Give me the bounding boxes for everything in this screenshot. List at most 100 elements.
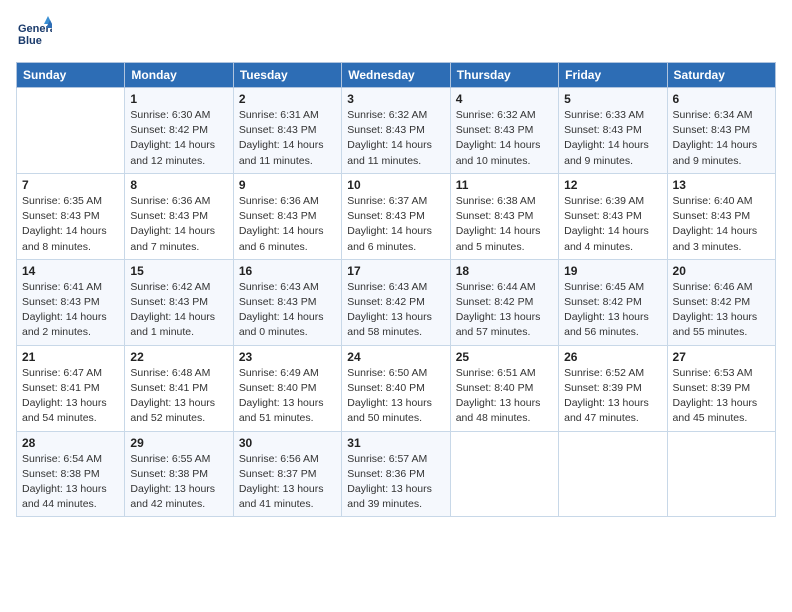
day-number: 25 [456, 350, 553, 364]
week-row-2: 7 Sunrise: 6:35 AM Sunset: 8:43 PM Daylig… [17, 173, 776, 259]
day-number: 24 [347, 350, 444, 364]
day-cell: 6 Sunrise: 6:34 AM Sunset: 8:43 PM Daylig… [667, 88, 775, 174]
week-row-5: 28 Sunrise: 6:54 AM Sunset: 8:38 PM Dayli… [17, 431, 776, 517]
day-info: Sunrise: 6:30 AM Sunset: 8:42 PM Dayligh… [130, 108, 227, 169]
day-info: Sunrise: 6:54 AM Sunset: 8:38 PM Dayligh… [22, 452, 119, 513]
day-cell: 29 Sunrise: 6:55 AM Sunset: 8:38 PM Dayli… [125, 431, 233, 517]
day-number: 3 [347, 92, 444, 106]
day-cell: 20 Sunrise: 6:46 AM Sunset: 8:42 PM Dayli… [667, 259, 775, 345]
header-sunday: Sunday [17, 63, 125, 88]
day-number: 8 [130, 178, 227, 192]
day-number: 5 [564, 92, 661, 106]
day-info: Sunrise: 6:43 AM Sunset: 8:42 PM Dayligh… [347, 280, 444, 341]
day-number: 16 [239, 264, 336, 278]
header-thursday: Thursday [450, 63, 558, 88]
day-info: Sunrise: 6:55 AM Sunset: 8:38 PM Dayligh… [130, 452, 227, 513]
day-info: Sunrise: 6:39 AM Sunset: 8:43 PM Dayligh… [564, 194, 661, 255]
day-cell: 17 Sunrise: 6:43 AM Sunset: 8:42 PM Dayli… [342, 259, 450, 345]
day-number: 1 [130, 92, 227, 106]
day-info: Sunrise: 6:35 AM Sunset: 8:43 PM Dayligh… [22, 194, 119, 255]
day-cell: 22 Sunrise: 6:48 AM Sunset: 8:41 PM Dayli… [125, 345, 233, 431]
day-info: Sunrise: 6:52 AM Sunset: 8:39 PM Dayligh… [564, 366, 661, 427]
header-wednesday: Wednesday [342, 63, 450, 88]
day-cell: 24 Sunrise: 6:50 AM Sunset: 8:40 PM Dayli… [342, 345, 450, 431]
day-number: 19 [564, 264, 661, 278]
svg-text:Blue: Blue [18, 35, 42, 47]
day-info: Sunrise: 6:49 AM Sunset: 8:40 PM Dayligh… [239, 366, 336, 427]
day-number: 23 [239, 350, 336, 364]
day-cell: 27 Sunrise: 6:53 AM Sunset: 8:39 PM Dayli… [667, 345, 775, 431]
day-number: 2 [239, 92, 336, 106]
day-number: 7 [22, 178, 119, 192]
day-info: Sunrise: 6:47 AM Sunset: 8:41 PM Dayligh… [22, 366, 119, 427]
day-cell: 15Sunrise: 6:42 AM Sunset: 8:43 PM Dayli… [125, 259, 233, 345]
day-cell: 16Sunrise: 6:43 AM Sunset: 8:43 PM Dayli… [233, 259, 341, 345]
day-cell [450, 431, 558, 517]
day-info: Sunrise: 6:33 AM Sunset: 8:43 PM Dayligh… [564, 108, 661, 169]
day-info: Sunrise: 6:37 AM Sunset: 8:43 PM Dayligh… [347, 194, 444, 255]
header-saturday: Saturday [667, 63, 775, 88]
day-info: Sunrise: 6:32 AM Sunset: 8:43 PM Dayligh… [456, 108, 553, 169]
day-cell: 25 Sunrise: 6:51 AM Sunset: 8:40 PM Dayli… [450, 345, 558, 431]
day-cell: 23 Sunrise: 6:49 AM Sunset: 8:40 PM Dayli… [233, 345, 341, 431]
day-cell: 30 Sunrise: 6:56 AM Sunset: 8:37 PM Dayli… [233, 431, 341, 517]
day-info: Sunrise: 6:50 AM Sunset: 8:40 PM Dayligh… [347, 366, 444, 427]
day-info: Sunrise: 6:36 AM Sunset: 8:43 PM Dayligh… [239, 194, 336, 255]
day-number: 10 [347, 178, 444, 192]
day-cell: 5 Sunrise: 6:33 AM Sunset: 8:43 PM Daylig… [559, 88, 667, 174]
day-cell: 19 Sunrise: 6:45 AM Sunset: 8:42 PM Dayli… [559, 259, 667, 345]
day-info: Sunrise: 6:51 AM Sunset: 8:40 PM Dayligh… [456, 366, 553, 427]
day-cell [559, 431, 667, 517]
day-cell: 28 Sunrise: 6:54 AM Sunset: 8:38 PM Dayli… [17, 431, 125, 517]
day-number: 6 [673, 92, 770, 106]
day-number: 13 [673, 178, 770, 192]
day-info: Sunrise: 6:41 AM Sunset: 8:43 PM Dayligh… [22, 280, 119, 341]
day-number: 30 [239, 436, 336, 450]
day-number: 12 [564, 178, 661, 192]
day-number: 29 [130, 436, 227, 450]
day-number: 18 [456, 264, 553, 278]
day-cell: 26 Sunrise: 6:52 AM Sunset: 8:39 PM Dayli… [559, 345, 667, 431]
svg-text:General: General [18, 23, 52, 35]
day-cell: 31 Sunrise: 6:57 AM Sunset: 8:36 PM Dayli… [342, 431, 450, 517]
day-cell: 2Sunrise: 6:31 AM Sunset: 8:43 PM Daylig… [233, 88, 341, 174]
day-number: 27 [673, 350, 770, 364]
day-cell: 21 Sunrise: 6:47 AM Sunset: 8:41 PM Dayli… [17, 345, 125, 431]
day-info: Sunrise: 6:46 AM Sunset: 8:42 PM Dayligh… [673, 280, 770, 341]
day-cell: 12 Sunrise: 6:39 AM Sunset: 8:43 PM Dayli… [559, 173, 667, 259]
day-info: Sunrise: 6:48 AM Sunset: 8:41 PM Dayligh… [130, 366, 227, 427]
day-info: Sunrise: 6:40 AM Sunset: 8:43 PM Dayligh… [673, 194, 770, 255]
logo: General Blue [16, 16, 56, 52]
logo-icon: General Blue [16, 16, 52, 52]
day-cell: 7 Sunrise: 6:35 AM Sunset: 8:43 PM Daylig… [17, 173, 125, 259]
day-number: 31 [347, 436, 444, 450]
day-info: Sunrise: 6:38 AM Sunset: 8:43 PM Dayligh… [456, 194, 553, 255]
day-number: 28 [22, 436, 119, 450]
day-cell: 4Sunrise: 6:32 AM Sunset: 8:43 PM Daylig… [450, 88, 558, 174]
day-number: 20 [673, 264, 770, 278]
day-info: Sunrise: 6:57 AM Sunset: 8:36 PM Dayligh… [347, 452, 444, 513]
day-cell [667, 431, 775, 517]
day-number: 9 [239, 178, 336, 192]
day-cell: 9 Sunrise: 6:36 AM Sunset: 8:43 PM Daylig… [233, 173, 341, 259]
day-cell: 8 Sunrise: 6:36 AM Sunset: 8:43 PM Daylig… [125, 173, 233, 259]
day-info: Sunrise: 6:36 AM Sunset: 8:43 PM Dayligh… [130, 194, 227, 255]
day-cell: 11Sunrise: 6:38 AM Sunset: 8:43 PM Dayli… [450, 173, 558, 259]
day-cell: 1 Sunrise: 6:30 AM Sunset: 8:42 PM Daylig… [125, 88, 233, 174]
day-number: 22 [130, 350, 227, 364]
calendar-table: SundayMondayTuesdayWednesdayThursdayFrid… [16, 62, 776, 517]
day-cell [17, 88, 125, 174]
day-number: 15 [130, 264, 227, 278]
day-info: Sunrise: 6:34 AM Sunset: 8:43 PM Dayligh… [673, 108, 770, 169]
day-number: 21 [22, 350, 119, 364]
day-number: 26 [564, 350, 661, 364]
header-monday: Monday [125, 63, 233, 88]
day-number: 14 [22, 264, 119, 278]
page-header: General Blue [16, 16, 776, 52]
header-tuesday: Tuesday [233, 63, 341, 88]
day-info: Sunrise: 6:56 AM Sunset: 8:37 PM Dayligh… [239, 452, 336, 513]
day-info: Sunrise: 6:45 AM Sunset: 8:42 PM Dayligh… [564, 280, 661, 341]
day-number: 17 [347, 264, 444, 278]
day-info: Sunrise: 6:32 AM Sunset: 8:43 PM Dayligh… [347, 108, 444, 169]
day-info: Sunrise: 6:53 AM Sunset: 8:39 PM Dayligh… [673, 366, 770, 427]
